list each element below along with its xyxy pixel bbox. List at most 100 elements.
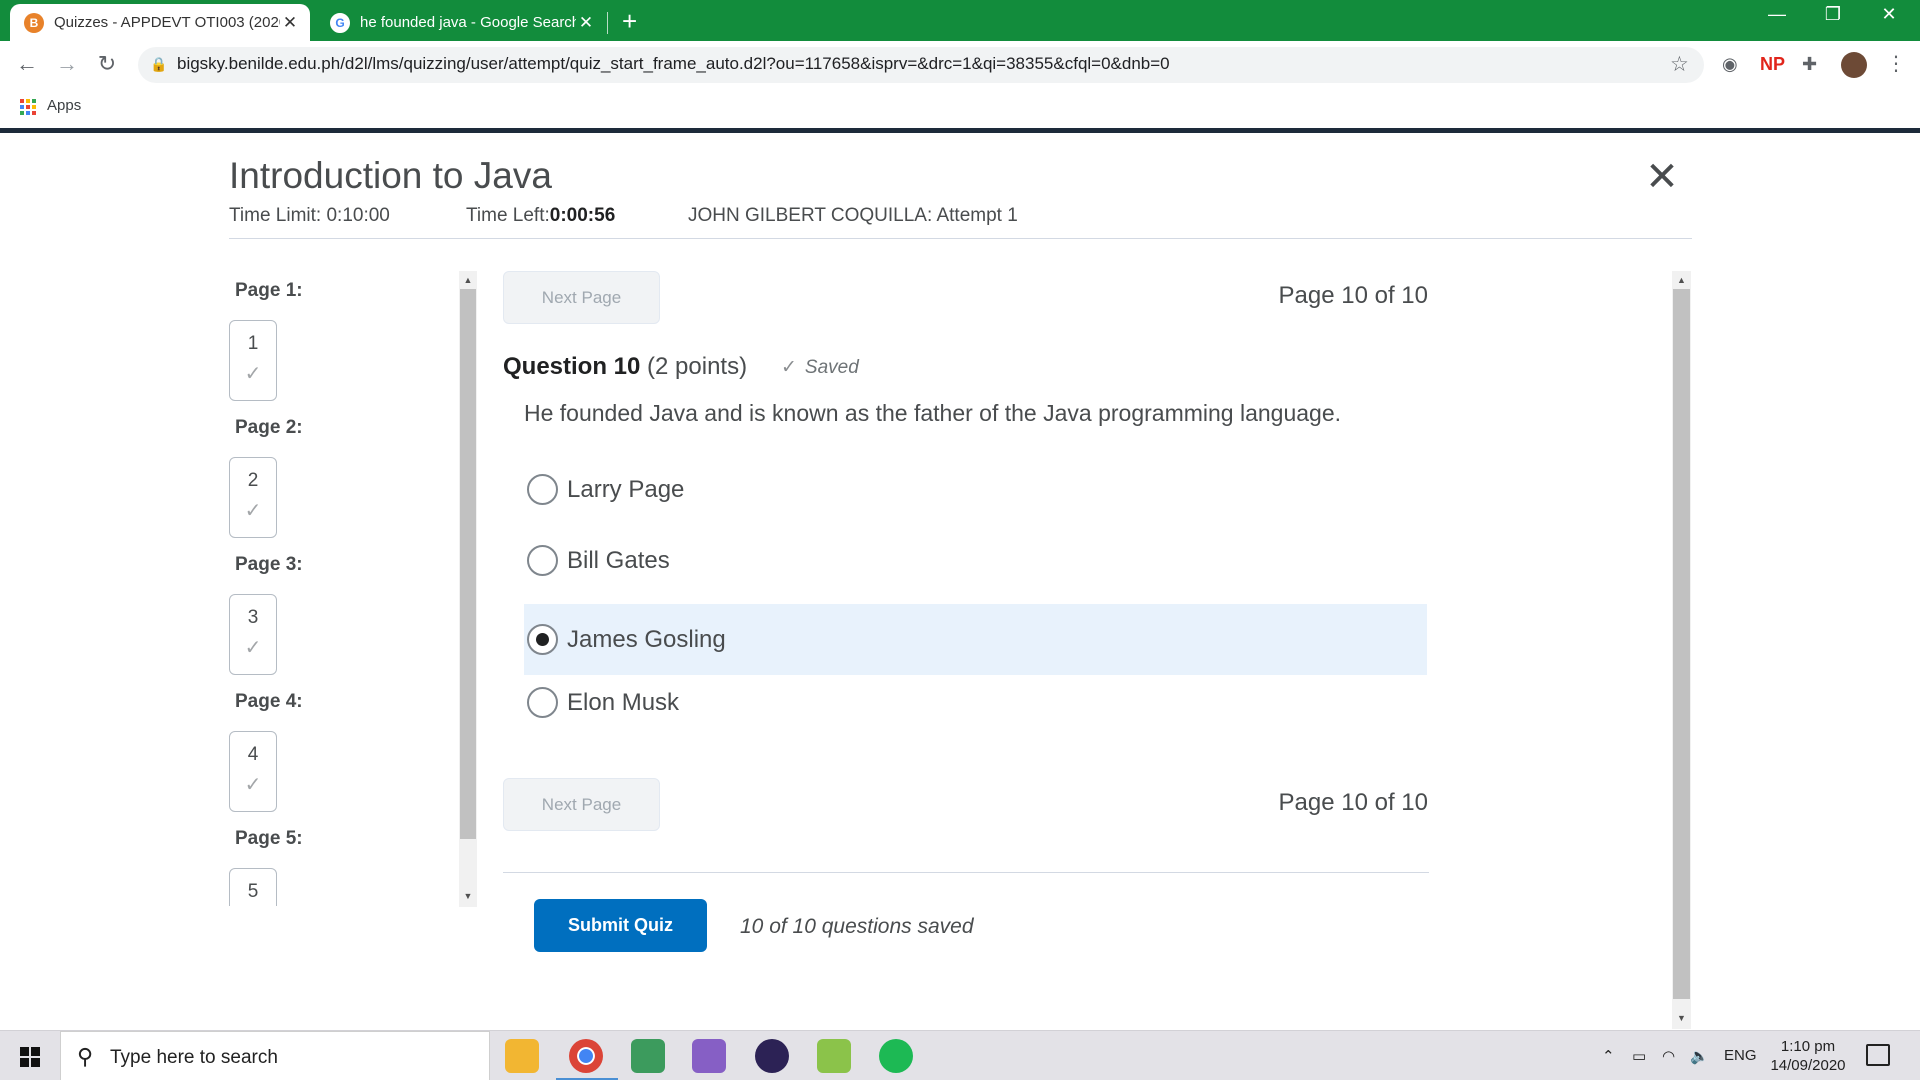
page-top-bar [0, 128, 1920, 133]
scroll-up-icon[interactable]: ▲ [1672, 275, 1691, 285]
search-placeholder[interactable]: Type here to search [110, 1047, 278, 1069]
radio-button-checked[interactable] [527, 624, 558, 655]
notification-icon[interactable] [1866, 1044, 1890, 1066]
check-icon: ✓ [244, 363, 262, 385]
attempt-info: JOHN GILBERT COQUILLA: Attempt 1 [688, 205, 1018, 226]
clock[interactable]: 1:10 pm 14/09/2020 [1764, 1037, 1852, 1075]
quiz-title: Introduction to Java [229, 155, 552, 196]
language-indicator[interactable]: ENG [1724, 1047, 1757, 1064]
check-icon: ✓ [244, 637, 262, 659]
time-left-label: Time Left: [466, 205, 550, 226]
page-number: 5 [247, 881, 259, 902]
wifi-icon[interactable]: ◠ [1662, 1047, 1675, 1065]
answer-option[interactable]: Elon Musk [524, 667, 1427, 738]
browser-tab-strip: B Quizzes - APPDEVT OTI003 (2020 ✕ G he … [0, 0, 1920, 41]
option-label[interactable]: Elon Musk [567, 689, 679, 717]
page-label: Page 4: [235, 691, 303, 712]
forward-icon[interactable]: → [52, 51, 82, 77]
volume-muted-icon[interactable]: 🔈 [1690, 1047, 1709, 1065]
answer-option[interactable]: Bill Gates [524, 525, 1427, 596]
pages-scrollbar[interactable]: ▲ ▼ [459, 271, 477, 907]
menu-icon[interactable]: ⋮ [1886, 51, 1906, 76]
notepad-icon[interactable] [817, 1039, 851, 1073]
close-tab-icon[interactable]: ✕ [576, 13, 596, 33]
puzzle-icon[interactable]: ✚ [1802, 54, 1817, 75]
lock-icon[interactable]: 🔒 [150, 56, 167, 73]
page-indicator: Page 10 of 10 [1278, 282, 1428, 309]
address-bar: ← → ↻ 🔒 bigsky.benilde.edu.ph/d2l/lms/qu… [0, 41, 1920, 89]
answer-option[interactable]: Larry Page [524, 454, 1427, 525]
page-2-link[interactable]: 2 ✓ [229, 457, 277, 538]
snipping-tool-icon[interactable] [631, 1039, 665, 1073]
option-label[interactable]: Bill Gates [567, 547, 670, 575]
tab-separator [607, 12, 608, 34]
page-number: 4 [247, 744, 259, 765]
page-number: 1 [247, 333, 259, 354]
clock-time: 1:10 pm [1780, 1038, 1836, 1055]
google-icon: G [330, 12, 350, 33]
time-left-value: 0:00:56 [549, 205, 616, 226]
scroll-down-icon[interactable]: ▼ [1672, 1013, 1691, 1023]
page-5-link[interactable]: 5 ✓ [229, 868, 277, 906]
url-text[interactable]: bigsky.benilde.edu.ph/d2l/lms/quizzing/u… [177, 54, 1170, 74]
scrollbar-thumb[interactable] [460, 289, 476, 839]
next-page-button-bottom[interactable]: Next Page [503, 778, 660, 831]
tab-google-search[interactable]: G he founded java - Google Search ✕ [316, 4, 606, 41]
bookmarks-bar: Apps [0, 89, 1920, 128]
reload-icon[interactable]: ↻ [92, 51, 122, 77]
page-label: Page 1: [235, 280, 303, 301]
windows-start-icon[interactable] [20, 1047, 40, 1067]
page-1-link[interactable]: 1 ✓ [229, 320, 277, 401]
close-quiz-icon[interactable]: ✕ [1642, 157, 1682, 197]
saved-label: Saved [804, 357, 859, 378]
scroll-up-icon[interactable]: ▲ [459, 275, 477, 285]
page-number: 2 [247, 470, 259, 491]
scrollbar-thumb[interactable] [1673, 289, 1690, 999]
restore-icon[interactable]: ❐ [1810, 4, 1856, 25]
page-4-link[interactable]: 4 ✓ [229, 731, 277, 812]
visual-studio-icon[interactable] [692, 1039, 726, 1073]
chrome-icon[interactable] [569, 1039, 603, 1073]
benilde-icon: B [24, 12, 44, 33]
taskbar-search[interactable]: ⚲ Type here to search [60, 1031, 490, 1080]
apps-bookmark[interactable]: Apps [47, 97, 81, 114]
apps-grid-icon[interactable] [20, 99, 36, 115]
header-divider [229, 238, 1692, 239]
main-scrollbar[interactable]: ▲ ▼ [1672, 271, 1691, 1029]
extension-icon[interactable]: ◉ [1722, 54, 1738, 75]
scroll-down-icon[interactable]: ▼ [459, 891, 477, 901]
answer-option-selected[interactable]: James Gosling [524, 604, 1427, 675]
question-heading: Question 10 (2 points) [503, 353, 747, 381]
tab-title: he founded java - Google Search [360, 14, 576, 31]
bookmark-star-icon[interactable]: ☆ [1670, 52, 1689, 77]
minimize-icon[interactable]: — [1754, 4, 1800, 25]
question-number: Question 10 [503, 353, 641, 380]
windows-taskbar: ⚲ Type here to search ⌃ ▭ ◠ 🔈 ENG 1:10 p… [0, 1030, 1920, 1080]
eclipse-icon[interactable] [755, 1039, 789, 1073]
tab-quizzes[interactable]: B Quizzes - APPDEVT OTI003 (2020 ✕ [10, 4, 310, 41]
tray-chevron-icon[interactable]: ⌃ [1602, 1047, 1615, 1065]
page-3-link[interactable]: 3 ✓ [229, 594, 277, 675]
option-label[interactable]: Larry Page [567, 476, 684, 504]
new-tab-icon[interactable]: + [622, 6, 637, 37]
file-explorer-icon[interactable] [505, 1039, 539, 1073]
profile-avatar[interactable] [1841, 52, 1867, 78]
next-page-button[interactable]: Next Page [503, 271, 660, 324]
np-extension-icon[interactable]: NP [1760, 54, 1785, 75]
radio-button[interactable] [527, 474, 558, 505]
close-tab-icon[interactable]: ✕ [280, 13, 300, 33]
back-icon[interactable]: ← [12, 51, 42, 77]
check-icon: ✓ [244, 774, 262, 796]
radio-button[interactable] [527, 687, 558, 718]
clock-date: 14/09/2020 [1770, 1057, 1846, 1074]
time-left: Time Left:0:00:56 [466, 205, 615, 227]
battery-icon[interactable]: ▭ [1632, 1047, 1646, 1065]
check-icon: ✓ [781, 357, 797, 378]
option-label[interactable]: James Gosling [567, 626, 726, 654]
page-label: Page 2: [235, 417, 303, 438]
spotify-icon[interactable] [879, 1039, 913, 1073]
search-icon: ⚲ [77, 1044, 94, 1069]
radio-button[interactable] [527, 545, 558, 576]
submit-quiz-button[interactable]: Submit Quiz [534, 899, 707, 952]
window-close-icon[interactable]: ✕ [1866, 4, 1912, 25]
